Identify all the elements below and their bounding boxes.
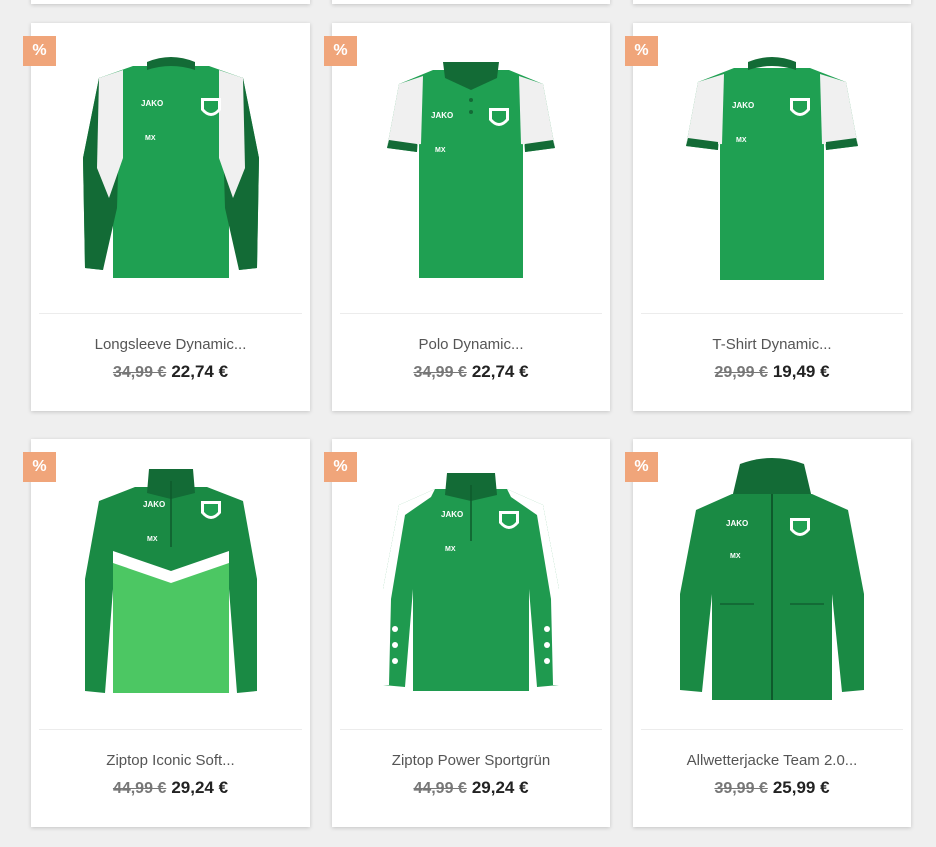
product-card[interactable]: % JAKO MX Polo Dynamic... 34,99 €22,74 € <box>324 23 610 411</box>
product-title[interactable]: Ziptop Power Sportgrün <box>332 752 610 769</box>
product-image[interactable]: JAKO MX <box>332 439 610 729</box>
tshirt-icon: JAKO MX <box>686 57 858 280</box>
polo-shirt-icon: JAKO MX <box>387 62 555 278</box>
svg-text:MX: MX <box>145 135 156 142</box>
svg-text:JAKO: JAKO <box>732 101 754 110</box>
longsleeve-shirt-icon: JAKO MX <box>82 57 259 278</box>
price-row: 44,99 €29,24 € <box>31 778 310 798</box>
ziptop-iconic-icon: JAKO MX <box>84 469 257 693</box>
discount-badge: % <box>23 36 56 66</box>
ziptop-power-icon: JAKO MX <box>383 473 559 691</box>
price-row: 34,99 €22,74 € <box>31 362 310 382</box>
price-row: 44,99 €29,24 € <box>332 778 610 798</box>
svg-text:MX: MX <box>435 147 446 154</box>
discount-badge: % <box>625 36 658 66</box>
discount-badge: % <box>324 36 357 66</box>
product-card[interactable]: % JAKO MX Longsleeve Dynamic... 34,99 €2… <box>23 23 310 411</box>
product-grid: % JAKO MX Longsleeve Dynamic... 34,99 €2… <box>0 0 936 847</box>
product-card-partial[interactable] <box>633 0 911 4</box>
rain-jacket-icon: JAKO MX <box>680 458 864 700</box>
svg-text:MX: MX <box>445 546 456 553</box>
product-card[interactable]: % JAKO MX Ziptop Power Sportgrün 44,99 €… <box>324 439 610 827</box>
divider <box>39 313 302 314</box>
product-card[interactable]: % JAKO MX Allwetterjacke Team 2.0... 39,… <box>625 439 911 827</box>
price-row: 34,99 €22,74 € <box>332 362 610 382</box>
divider <box>641 313 903 314</box>
divider <box>340 313 602 314</box>
sale-price: 25,99 € <box>772 778 830 797</box>
product-image[interactable]: JAKO MX <box>633 439 911 729</box>
svg-text:JAKO: JAKO <box>143 500 165 509</box>
sale-price: 22,74 € <box>471 362 529 381</box>
divider <box>39 729 302 730</box>
svg-text:MX: MX <box>736 137 747 144</box>
svg-text:JAKO: JAKO <box>441 510 463 519</box>
divider <box>340 729 602 730</box>
svg-text:JAKO: JAKO <box>431 111 453 120</box>
sale-price: 22,74 € <box>171 362 229 381</box>
old-price: 34,99 € <box>112 364 167 381</box>
discount-badge: % <box>324 452 357 482</box>
old-price: 44,99 € <box>112 780 167 797</box>
old-price: 29,99 € <box>714 364 768 381</box>
old-price: 44,99 € <box>413 780 467 797</box>
product-title[interactable]: Ziptop Iconic Soft... <box>31 752 310 769</box>
product-title[interactable]: Allwetterjacke Team 2.0... <box>633 752 911 769</box>
product-image[interactable]: JAKO MX <box>332 23 610 313</box>
sale-price: 29,24 € <box>171 778 229 797</box>
price-row: 29,99 €19,49 € <box>633 362 911 382</box>
product-title[interactable]: T-Shirt Dynamic... <box>633 336 911 353</box>
product-title[interactable]: Longsleeve Dynamic... <box>31 336 310 353</box>
svg-text:JAKO: JAKO <box>141 99 163 108</box>
product-image[interactable]: JAKO MX <box>31 23 310 313</box>
svg-text:MX: MX <box>147 536 158 543</box>
sale-price: 29,24 € <box>471 778 529 797</box>
product-card-partial[interactable] <box>31 0 310 4</box>
old-price: 39,99 € <box>714 780 768 797</box>
sale-price: 19,49 € <box>772 362 830 381</box>
product-card-partial[interactable] <box>332 0 610 4</box>
discount-badge: % <box>23 452 56 482</box>
price-row: 39,99 €25,99 € <box>633 778 911 798</box>
old-price: 34,99 € <box>413 364 467 381</box>
discount-badge: % <box>625 452 658 482</box>
product-title[interactable]: Polo Dynamic... <box>332 336 610 353</box>
svg-text:MX: MX <box>730 553 741 560</box>
product-card[interactable]: % JAKO MX T-Shirt Dynamic... 29,99 €19,4… <box>625 23 911 411</box>
product-card[interactable]: % JAKO MX Ziptop Iconic Soft... 44,99 €2… <box>23 439 310 827</box>
product-image[interactable]: JAKO MX <box>31 439 310 729</box>
svg-text:JAKO: JAKO <box>726 519 748 528</box>
product-image[interactable]: JAKO MX <box>633 23 911 313</box>
divider <box>641 729 903 730</box>
